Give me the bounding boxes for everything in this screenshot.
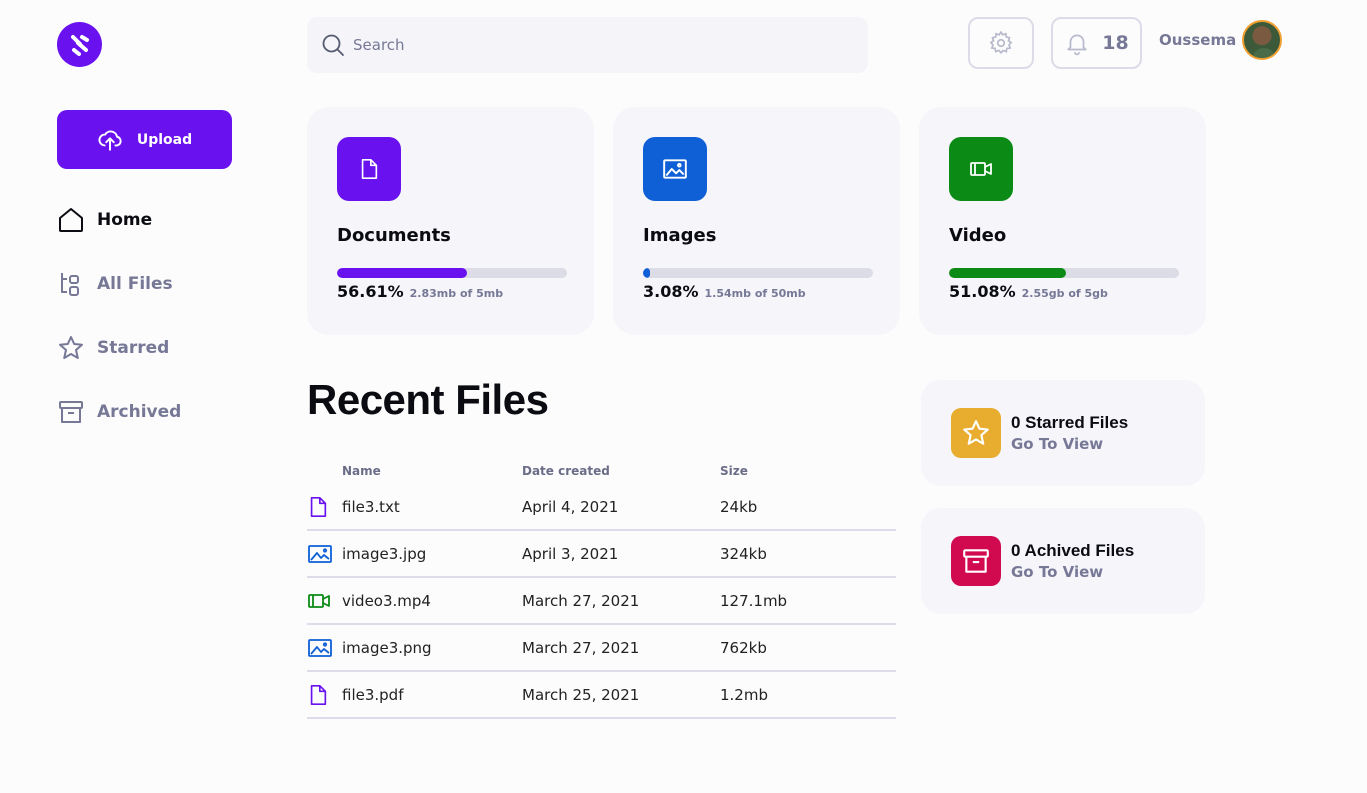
file-name: image3.jpg xyxy=(342,544,427,563)
image-icon xyxy=(308,638,332,657)
bell-icon xyxy=(1067,34,1087,56)
column-header-name: Name xyxy=(342,464,381,478)
table-row[interactable]: file3.pdf March 25, 2021 1.2mb xyxy=(307,672,896,719)
storage-progress-bar xyxy=(949,268,1179,278)
archived-files-card[interactable]: 0 Achived Files Go To View xyxy=(921,508,1205,614)
upload-label: Upload xyxy=(136,131,193,148)
storage-progress-fill xyxy=(643,268,651,278)
search-bar[interactable] xyxy=(307,17,868,73)
starred-files-card[interactable]: 0 Starred Files Go To View xyxy=(921,380,1205,486)
search-icon xyxy=(322,34,344,56)
image-icon xyxy=(308,544,332,563)
sidebar-item-starred[interactable]: Starred xyxy=(57,328,181,368)
file-size: 762kb xyxy=(720,638,767,657)
sidebar-item-label: Starred xyxy=(97,338,170,358)
storage-progress-bar xyxy=(643,268,873,278)
notifications-button[interactable]: 18 xyxy=(1051,17,1142,69)
storage-card-video[interactable]: Video 51.08% 2.55gb of 5gb xyxy=(919,107,1206,335)
starred-count: 0 Starred Files xyxy=(1011,413,1129,432)
sidebar-item-archived[interactable]: Archived xyxy=(57,392,181,432)
storage-percent: 3.08% xyxy=(643,282,699,301)
storage-usage: 2.83mb of 5mb xyxy=(409,287,504,300)
file-date: March 27, 2021 xyxy=(522,591,640,610)
files-icon xyxy=(61,273,79,296)
storage-card-images[interactable]: Images 3.08% 1.54mb of 50mb xyxy=(613,107,900,335)
gear-icon xyxy=(989,30,1013,55)
storage-progress-bar xyxy=(337,268,567,278)
storage-usage: 1.54mb of 50mb xyxy=(704,287,806,300)
image-icon xyxy=(643,137,707,201)
table-row[interactable]: file3.txt April 4, 2021 24kb xyxy=(307,484,896,531)
cloud-upload-icon xyxy=(98,130,122,151)
file-size: 24kb xyxy=(720,497,758,516)
archive-icon xyxy=(951,536,1001,586)
sidebar-nav: Home All Files Starred Archived xyxy=(57,200,181,456)
document-icon xyxy=(310,496,327,517)
user-menu[interactable]: Oussema xyxy=(1159,20,1283,60)
document-icon xyxy=(337,137,401,201)
logo-icon xyxy=(70,34,89,56)
file-date: April 3, 2021 xyxy=(522,544,619,563)
file-date: March 27, 2021 xyxy=(522,638,640,657)
storage-title: Images xyxy=(643,225,717,246)
file-size: 1.2mb xyxy=(720,685,768,704)
file-name: video3.mp4 xyxy=(342,591,431,610)
file-size: 324kb xyxy=(720,544,767,563)
sidebar-item-label: All Files xyxy=(97,274,173,294)
storage-usage: 2.55gb of 5gb xyxy=(1021,287,1108,300)
column-header-size: Size xyxy=(720,464,748,478)
sidebar-item-label: Home xyxy=(97,210,153,230)
storage-progress-fill xyxy=(949,268,1067,278)
file-name: file3.txt xyxy=(342,497,400,516)
archived-count: 0 Achived Files xyxy=(1011,541,1135,560)
table-header: Name Date created Size xyxy=(307,464,896,484)
storage-percent: 56.61% xyxy=(337,282,404,301)
document-icon xyxy=(310,684,327,705)
starred-go-to-view-link[interactable]: Go To View xyxy=(1011,435,1128,453)
file-date: April 4, 2021 xyxy=(522,497,619,516)
archive-icon xyxy=(59,401,83,423)
notification-count: 18 xyxy=(1102,32,1129,54)
star-icon xyxy=(59,336,83,359)
archived-go-to-view-link[interactable]: Go To View xyxy=(1011,563,1134,581)
recent-files-title: Recent Files xyxy=(307,376,549,423)
search-input[interactable] xyxy=(353,36,833,54)
storage-progress-fill xyxy=(337,268,468,278)
storage-card-documents[interactable]: Documents 56.61% 2.83mb of 5mb xyxy=(307,107,594,335)
app-logo[interactable] xyxy=(57,22,102,67)
home-icon xyxy=(59,208,83,232)
sidebar-item-home[interactable]: Home xyxy=(57,200,181,240)
storage-title: Documents xyxy=(337,225,451,246)
user-name: Oussema xyxy=(1159,31,1237,49)
recent-files-table: Name Date created Size file3.txt April 4… xyxy=(307,464,896,719)
storage-title: Video xyxy=(949,225,1007,246)
file-name: file3.pdf xyxy=(342,685,404,704)
file-size: 127.1mb xyxy=(720,591,788,610)
table-row[interactable]: image3.jpg April 3, 2021 324kb xyxy=(307,531,896,578)
column-header-date: Date created xyxy=(522,464,610,478)
table-row[interactable]: image3.png March 27, 2021 762kb xyxy=(307,625,896,672)
avatar[interactable] xyxy=(1242,20,1283,60)
sidebar-item-label: Archived xyxy=(97,402,182,422)
star-icon xyxy=(951,408,1001,458)
table-row[interactable]: video3.mp4 March 27, 2021 127.1mb xyxy=(307,578,896,625)
sidebar-item-all-files[interactable]: All Files xyxy=(57,264,181,304)
file-name: image3.png xyxy=(342,638,432,657)
settings-button[interactable] xyxy=(968,17,1034,69)
storage-percent: 51.08% xyxy=(949,282,1016,301)
upload-button[interactable]: Upload xyxy=(57,110,232,169)
video-icon xyxy=(949,137,1013,201)
file-date: March 25, 2021 xyxy=(522,685,640,704)
video-icon xyxy=(308,593,330,608)
